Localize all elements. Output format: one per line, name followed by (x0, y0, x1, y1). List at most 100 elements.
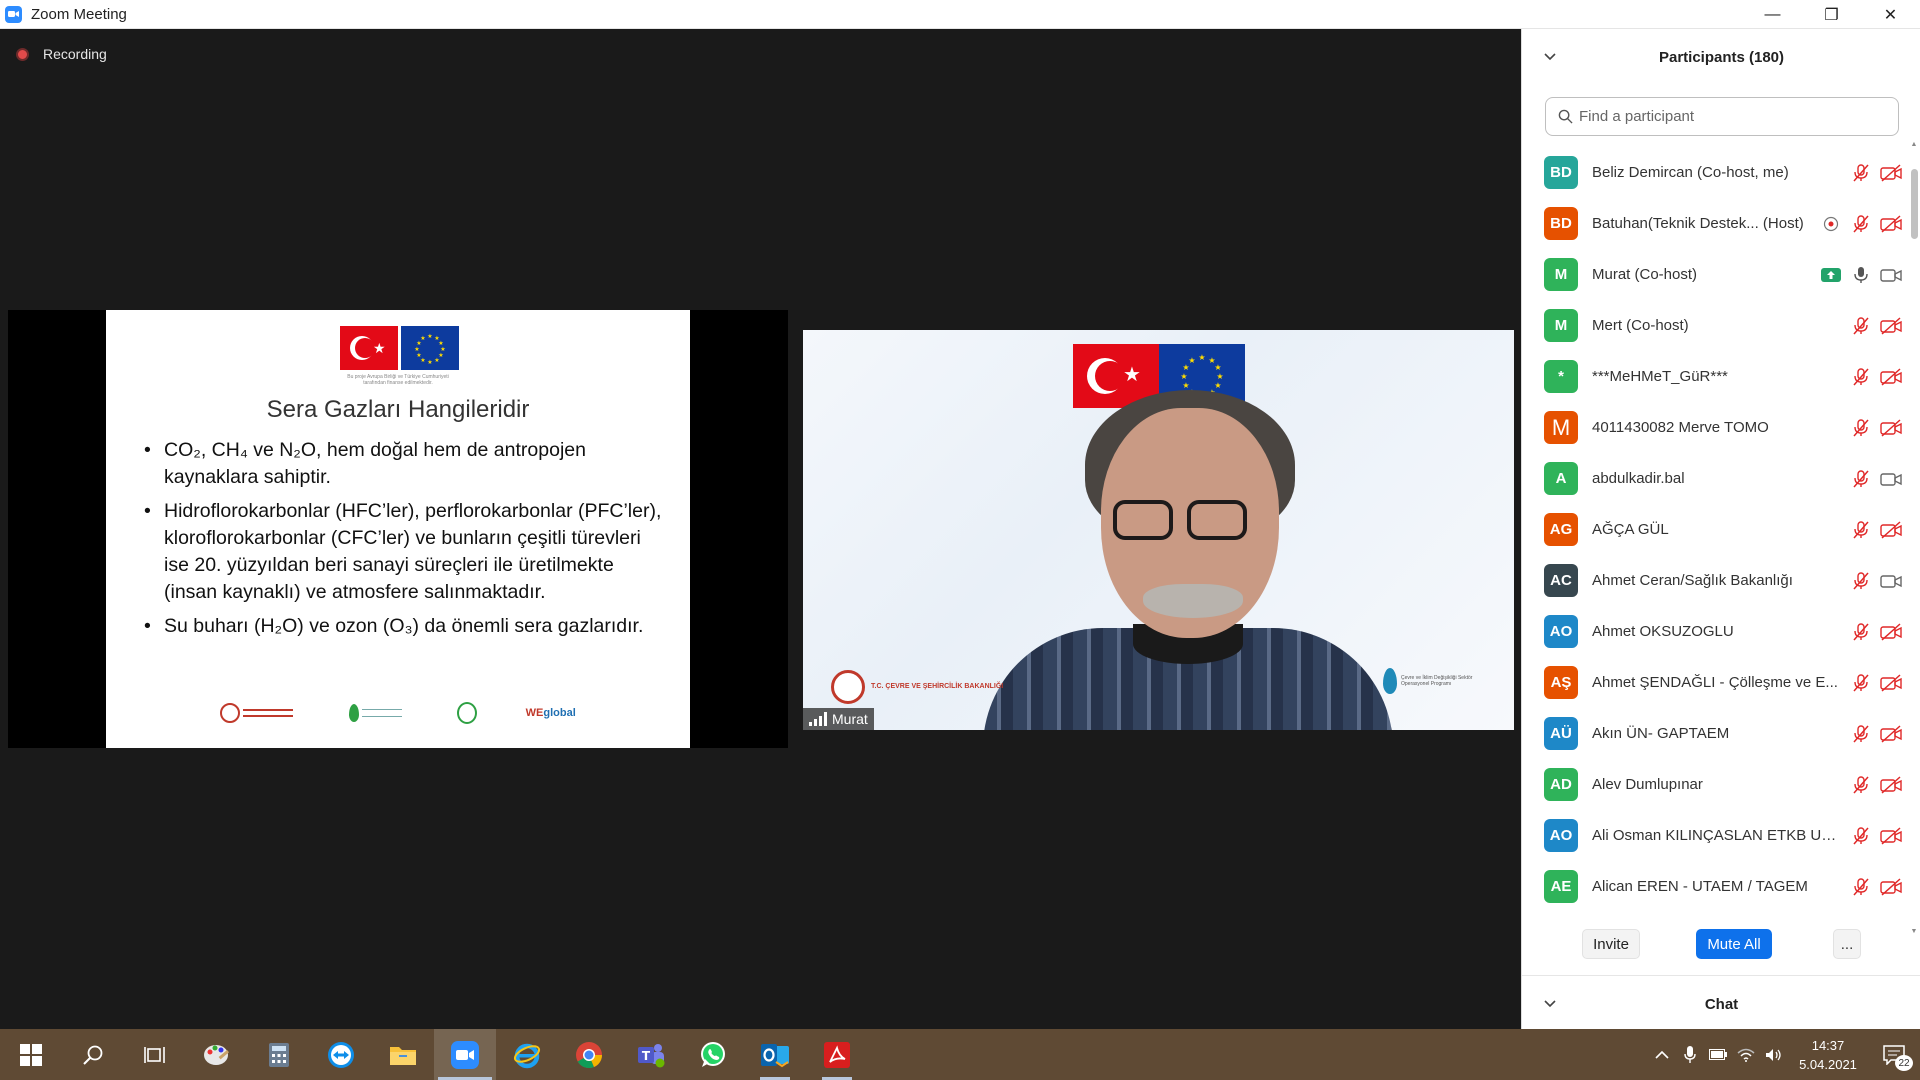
participant-name: abdulkadir.bal (1592, 470, 1685, 487)
taskbar-teams[interactable]: T (620, 1029, 682, 1080)
mic-muted-icon[interactable] (1850, 417, 1872, 439)
participant-row[interactable]: M Mert (Co-host) (1522, 300, 1912, 351)
video-off-icon[interactable] (1880, 621, 1902, 643)
taskbar-chrome[interactable] (558, 1029, 620, 1080)
volume-icon[interactable] (1760, 1029, 1788, 1080)
video-off-icon[interactable] (1880, 213, 1902, 235)
search-input[interactable] (1579, 108, 1879, 125)
participants-scrollbar[interactable]: ▲ ▼ (1910, 141, 1918, 936)
mic-muted-icon[interactable] (1850, 213, 1872, 235)
taskbar-file-explorer[interactable] (372, 1029, 434, 1080)
action-center-button[interactable]: 22 (1868, 1029, 1920, 1080)
participant-row[interactable]: BD Batuhan(Teknik Destek... (Host) (1522, 198, 1912, 249)
participant-name: Murat (Co-host) (1592, 266, 1698, 283)
taskbar-search-button[interactable] (62, 1029, 124, 1080)
mic-muted-icon[interactable] (1850, 162, 1872, 184)
more-options-button[interactable]: ... (1833, 929, 1861, 959)
participant-row[interactable]: AG AĞÇA GÜL (1522, 504, 1912, 555)
mic-muted-icon[interactable] (1850, 519, 1872, 541)
mic-on-icon[interactable] (1850, 264, 1872, 286)
taskbar-clock[interactable]: 14:37 5.04.2021 (1788, 1036, 1868, 1074)
taskbar-calculator[interactable] (248, 1029, 310, 1080)
taskbar-whatsapp[interactable] (682, 1029, 744, 1080)
participant-avatar: M (1544, 309, 1578, 342)
video-off-icon[interactable] (1880, 672, 1902, 694)
restore-button[interactable]: ❐ (1802, 0, 1861, 29)
mic-muted-icon[interactable] (1850, 468, 1872, 490)
participant-avatar: BD (1544, 207, 1578, 240)
participant-row[interactable]: AO Ali Osman KILINÇASLAN ETKB Uz... (1522, 810, 1912, 861)
minimize-button[interactable]: — (1743, 0, 1802, 29)
calculator-icon (269, 1042, 289, 1067)
video-off-icon[interactable] (1880, 519, 1902, 541)
scroll-up-icon[interactable]: ▲ (1910, 141, 1918, 149)
taskbar-teamviewer[interactable] (310, 1029, 372, 1080)
video-off-icon[interactable] (1880, 876, 1902, 898)
mic-muted-icon[interactable] (1850, 723, 1872, 745)
scrollbar-thumb[interactable] (1911, 169, 1918, 239)
svg-text:★: ★ (1180, 372, 1187, 381)
mic-muted-icon[interactable] (1850, 570, 1872, 592)
taskbar-paint[interactable] (186, 1029, 248, 1080)
participant-row[interactable]: AŞ Ahmet ŞENDAĞLI - Çölleşme ve E... (1522, 657, 1912, 708)
taskbar-outlook[interactable] (744, 1029, 806, 1080)
mic-muted-icon[interactable] (1850, 876, 1872, 898)
slide-bullet-2: Hidroflorokarbonlar (HFC’ler), perflorok… (144, 498, 664, 606)
video-off-icon[interactable] (1880, 315, 1902, 337)
video-off-icon[interactable] (1880, 723, 1902, 745)
participant-row[interactable]: M 4011430082 Merve TOMO (1522, 402, 1912, 453)
collapse-chevron-icon[interactable] (1544, 996, 1556, 1011)
svg-text:★: ★ (414, 346, 419, 353)
mic-muted-icon[interactable] (1850, 315, 1872, 337)
collapse-chevron-icon[interactable] (1544, 49, 1558, 63)
wifi-icon[interactable] (1732, 1029, 1760, 1080)
climate-program-logo: Çevre ve İklim Değişikliği Sektör Operas… (1383, 668, 1481, 694)
participant-avatar: AÜ (1544, 717, 1578, 750)
svg-text:★: ★ (427, 359, 432, 366)
participant-row[interactable]: M Murat (Co-host) (1522, 249, 1912, 300)
teams-icon: T (638, 1043, 665, 1067)
participant-row[interactable]: AO Ahmet OKSUZOGLU (1522, 606, 1912, 657)
participant-row[interactable]: AE Alican EREN - UTAEM / TAGEM (1522, 861, 1912, 912)
mic-muted-icon[interactable] (1850, 621, 1872, 643)
participant-avatar: BD (1544, 156, 1578, 189)
participant-video-tile[interactable]: ★ ★★★★ ★★★★ ★★★★ T.C. (803, 330, 1514, 730)
tray-expand-chevron-icon[interactable] (1648, 1029, 1676, 1080)
shared-screen[interactable]: ★ ★ ★ ★ ★ ★ ★ ★ ★ ★ ★ ★ ★ Bu proje Avrupa Birliği… (8, 310, 788, 748)
start-button[interactable] (0, 1029, 62, 1080)
participant-row[interactable]: AÜ Akın ÜN- GAPTAEM (1522, 708, 1912, 759)
video-on-icon[interactable] (1880, 570, 1902, 592)
mute-all-button[interactable]: Mute All (1696, 929, 1772, 959)
mic-muted-icon[interactable] (1850, 672, 1872, 694)
chat-header[interactable]: Chat (1522, 986, 1920, 1022)
mic-muted-icon[interactable] (1850, 825, 1872, 847)
participant-row[interactable]: BD Beliz Demircan (Co-host, me) (1522, 147, 1912, 198)
video-off-icon[interactable] (1880, 774, 1902, 796)
taskbar-acrobat[interactable] (806, 1029, 868, 1080)
video-off-icon[interactable] (1880, 825, 1902, 847)
task-view-button[interactable] (124, 1029, 186, 1080)
participant-search[interactable] (1545, 97, 1899, 136)
participant-row[interactable]: AD Alev Dumlupınar (1522, 759, 1912, 810)
participant-status-icons (1850, 453, 1902, 504)
participant-row[interactable]: * ***MeHMeT_GüR*** (1522, 351, 1912, 402)
taskbar-zoom[interactable] (434, 1029, 496, 1080)
video-off-icon[interactable] (1880, 417, 1902, 439)
taskbar-internet-explorer[interactable] (496, 1029, 558, 1080)
participant-name: Batuhan(Teknik Destek... (Host) (1592, 215, 1804, 232)
video-off-icon[interactable] (1880, 366, 1902, 388)
close-button[interactable]: ✕ (1861, 0, 1920, 29)
participant-row[interactable]: AC Ahmet Ceran/Sağlık Bakanlığı (1522, 555, 1912, 606)
battery-icon[interactable] (1704, 1029, 1732, 1080)
svg-text:★: ★ (416, 352, 421, 359)
video-on-icon[interactable] (1880, 468, 1902, 490)
microphone-tray-icon[interactable] (1676, 1029, 1704, 1080)
video-off-icon[interactable] (1880, 162, 1902, 184)
invite-button[interactable]: Invite (1582, 929, 1640, 959)
recording-indicator[interactable]: Recording (16, 46, 107, 62)
task-view-icon (144, 1046, 165, 1063)
video-on-icon[interactable] (1880, 264, 1902, 286)
mic-muted-icon[interactable] (1850, 366, 1872, 388)
participant-row[interactable]: Aabdulkadir.bal (1522, 453, 1912, 504)
mic-muted-icon[interactable] (1850, 774, 1872, 796)
